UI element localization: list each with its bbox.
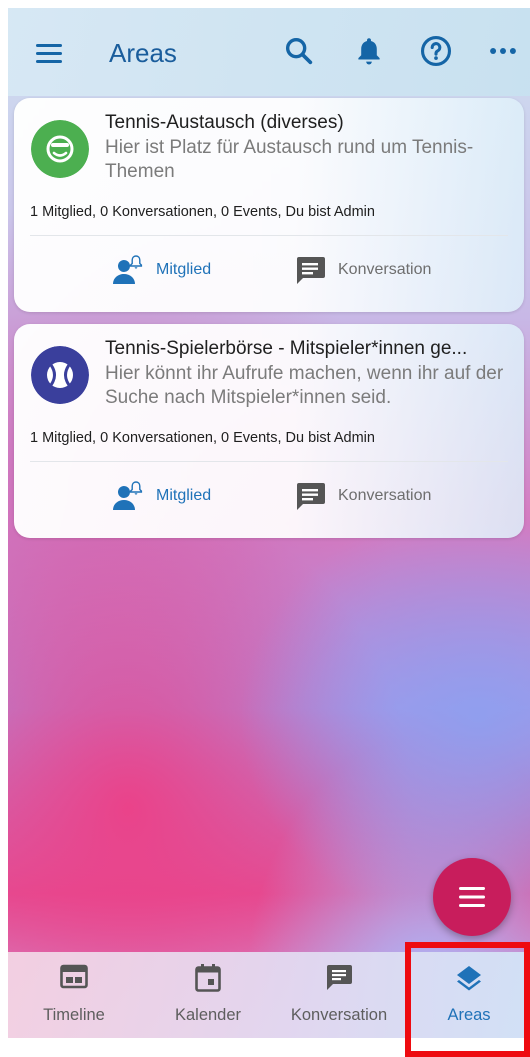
member-bell-icon [113, 255, 143, 284]
nav-label: Konversation [290, 1006, 388, 1024]
chat-icon [297, 483, 325, 510]
bottom-navigation: Timeline Kalender Konversation Areas [8, 952, 530, 1038]
member-button[interactable]: Mitglied [112, 252, 211, 288]
timeline-icon [60, 964, 88, 989]
member-label: Mitglied [156, 261, 212, 278]
conversation-label: Konversation [338, 261, 432, 278]
conversation-button[interactable]: Konversation [294, 252, 431, 288]
chat-icon [297, 257, 325, 284]
area-card[interactable]: Tennis-Spielerbörse - Mitspieler*innen g… [14, 324, 524, 538]
page-title: Areas [109, 38, 177, 68]
app-header: Areas [8, 8, 530, 96]
nav-item-konversation[interactable]: Konversation [280, 952, 398, 1038]
conversation-button[interactable]: Konversation [294, 478, 431, 514]
app-screen: Areas Tennis-Austausch (diverses) Hier i… [8, 8, 530, 1038]
nav-item-kalender[interactable]: Kalender [158, 952, 258, 1038]
tennis-ball-icon [31, 346, 89, 404]
area-stats: 1 Mitglied, 0 Konversationen, 0 Events, … [30, 430, 375, 446]
conversation-label: Konversation [338, 487, 432, 504]
area-title: Tennis-Spielerbörse - Mitspieler*innen g… [105, 338, 468, 359]
more-icon[interactable] [486, 34, 520, 68]
member-button[interactable]: Mitglied [112, 478, 211, 514]
chat-icon [327, 965, 352, 990]
help-icon[interactable] [419, 34, 453, 68]
nav-label: Areas [447, 1006, 491, 1024]
nav-item-areas[interactable]: Areas [428, 952, 510, 1038]
member-label: Mitglied [156, 487, 212, 504]
area-title: Tennis-Austausch (diverses) [105, 112, 344, 133]
area-stats: 1 Mitglied, 0 Konversationen, 0 Events, … [30, 204, 375, 220]
area-description: Hier könnt ihr Aufrufe machen, wenn ihr … [105, 363, 504, 408]
layers-icon [457, 966, 481, 991]
sunglasses-smiley-icon [31, 120, 89, 178]
nav-label: Kalender [174, 1006, 242, 1024]
calendar-icon [195, 964, 221, 992]
nav-label: Timeline [43, 1006, 105, 1024]
search-icon[interactable] [282, 34, 316, 68]
menu-icon [459, 887, 485, 907]
bell-icon[interactable] [352, 34, 386, 68]
fab-menu-button[interactable] [433, 858, 511, 936]
divider [30, 461, 508, 462]
area-card[interactable]: Tennis-Austausch (diverses) Hier ist Pla… [14, 98, 524, 312]
divider [30, 235, 508, 236]
member-bell-icon [113, 481, 143, 510]
area-description: Hier ist Platz für Austausch rund um Ten… [105, 137, 474, 182]
menu-icon[interactable] [36, 44, 62, 64]
nav-item-timeline[interactable]: Timeline [28, 952, 120, 1038]
